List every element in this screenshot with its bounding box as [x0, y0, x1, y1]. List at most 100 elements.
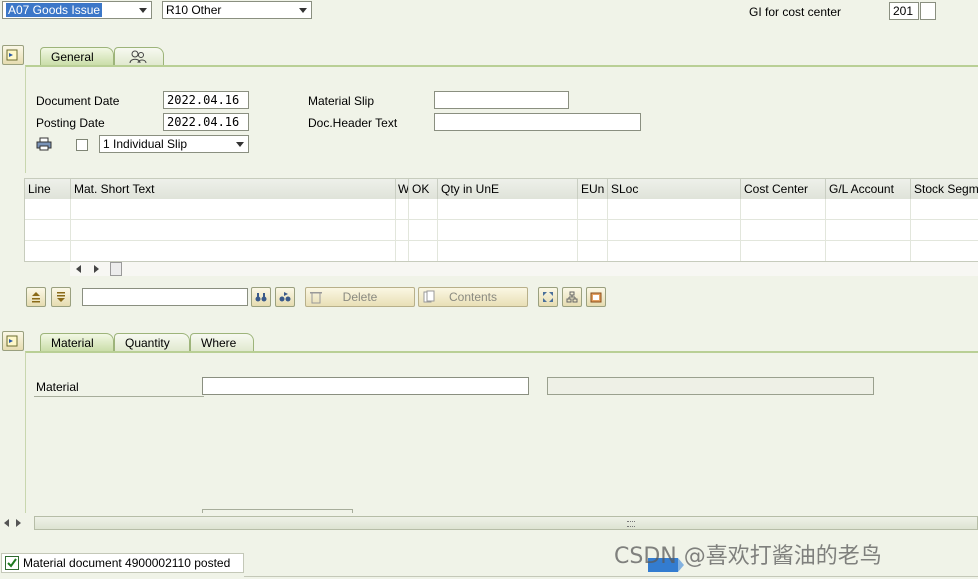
expand-all-button[interactable]	[538, 287, 558, 307]
print-checkbox[interactable]	[76, 139, 88, 151]
collapse-header-icon	[6, 49, 18, 61]
tab-material[interactable]: Material	[40, 333, 114, 352]
find-button[interactable]	[251, 287, 271, 307]
column-divider	[437, 199, 438, 261]
material-slip-label: Material Slip	[308, 94, 375, 108]
column-divider	[408, 199, 409, 261]
binoculars-icon	[255, 293, 267, 302]
scroll-thumb[interactable]	[34, 516, 978, 530]
column-divider	[607, 199, 608, 261]
scroll-left-icon[interactable]	[4, 519, 9, 527]
collapse-detail-icon	[6, 335, 18, 347]
column-divider	[577, 199, 578, 261]
scroll-right-icon[interactable]	[16, 519, 21, 527]
tab-general[interactable]: General	[40, 47, 114, 66]
hierarchy-icon	[566, 291, 578, 303]
action-select-value: A07 Goods Issue	[6, 3, 103, 17]
tab-general-label: General	[51, 50, 94, 64]
detail-toggle-button[interactable]	[2, 331, 24, 351]
tab-partner[interactable]	[114, 47, 164, 66]
general-panel: Document Date 2022.04.16 Posting Date 20…	[25, 65, 978, 173]
success-check-icon	[5, 556, 19, 570]
scroll-thumb[interactable]	[110, 262, 122, 276]
document-date-field[interactable]: 2022.04.16	[163, 91, 249, 109]
column-header-mat-short-text[interactable]: Mat. Short Text	[71, 179, 396, 199]
sort-descending-icon	[57, 292, 65, 302]
contents-button-label: Contents	[448, 290, 498, 304]
doc-header-text-field[interactable]	[434, 113, 641, 131]
material-label: Material	[36, 380, 79, 394]
delete-button-label: Delete	[342, 290, 378, 304]
movement-type-field[interactable]: 201	[889, 2, 919, 20]
column-header-qty[interactable]: Qty in UnE	[438, 179, 578, 199]
gi-for-cost-center-label: GI for cost center	[749, 5, 842, 19]
column-header-eun[interactable]: EUn	[578, 179, 608, 199]
posting-date-label: Posting Date	[36, 116, 105, 130]
tab-quantity[interactable]: Quantity	[114, 333, 190, 352]
column-divider	[70, 199, 71, 261]
page-horizontal-scrollbar[interactable]	[0, 515, 978, 531]
material-description-field	[547, 377, 874, 395]
status-message-box[interactable]: Material document 4900002110 posted	[1, 553, 244, 573]
slip-select-value: 1 Individual Slip	[103, 137, 188, 151]
column-divider	[910, 199, 911, 261]
tab-material-label: Material	[51, 336, 94, 350]
material-label-underline	[34, 396, 204, 397]
status-bar-right-edge	[244, 576, 978, 577]
document-icon	[423, 290, 435, 303]
partial-field-edge	[202, 509, 353, 513]
table-row[interactable]	[25, 241, 978, 261]
document-date-label: Document Date	[36, 94, 120, 108]
material-slip-field[interactable]	[434, 91, 569, 109]
movement-select[interactable]: R10 Other	[162, 1, 312, 19]
header-toggle-button[interactable]	[2, 45, 24, 65]
slip-select[interactable]: 1 Individual Slip	[99, 135, 249, 153]
chevron-down-icon[interactable]	[139, 8, 147, 13]
partner-icon	[129, 50, 147, 64]
sort-ascending-icon	[32, 292, 40, 303]
delete-button[interactable]: Delete	[305, 287, 415, 307]
doc-header-text-label: Doc.Header Text	[308, 116, 398, 130]
items-table: Line Mat. Short Text W OK Qty in UnE EUn…	[24, 178, 978, 262]
column-header-cost-center[interactable]: Cost Center	[741, 179, 826, 199]
column-divider	[740, 199, 741, 261]
column-header-w[interactable]: W	[396, 179, 409, 199]
watermark-text: CSDN @喜欢打酱油的老鸟	[614, 544, 882, 569]
tab-where[interactable]: Where	[190, 333, 254, 352]
status-message-text: Material document 4900002110 posted	[23, 556, 231, 570]
tab-where-label: Where	[201, 336, 237, 350]
detail-panel: Material	[25, 351, 978, 513]
column-header-stock-segm[interactable]: Stock Segm	[911, 179, 978, 199]
find-next-icon	[279, 292, 291, 302]
sort-ascending-button[interactable]	[26, 287, 46, 307]
table-horizontal-scrollbar[interactable]	[70, 262, 978, 276]
column-divider	[395, 199, 396, 261]
column-header-line[interactable]: Line	[25, 179, 71, 199]
posting-date-field[interactable]: 2022.04.16	[163, 113, 249, 131]
trash-icon	[310, 292, 322, 304]
tab-quantity-label: Quantity	[125, 336, 170, 350]
column-header-ok[interactable]: OK	[409, 179, 438, 199]
contents-button[interactable]: Contents	[418, 287, 528, 307]
table-row[interactable]	[25, 220, 978, 241]
sort-descending-button[interactable]	[51, 287, 71, 307]
settings-button[interactable]	[586, 287, 606, 307]
find-next-button[interactable]	[275, 287, 295, 307]
grip-icon	[627, 521, 635, 527]
movement-type-help-button[interactable]	[920, 2, 936, 20]
column-header-gl-account[interactable]: G/L Account	[826, 179, 911, 199]
material-field[interactable]	[202, 377, 529, 395]
movement-select-value: R10 Other	[166, 3, 222, 17]
scroll-right-icon[interactable]	[94, 265, 99, 273]
printer-icon[interactable]	[36, 137, 52, 151]
chevron-down-icon[interactable]	[236, 142, 244, 147]
column-header-sloc[interactable]: SLoc	[608, 179, 741, 199]
tree-button[interactable]	[562, 287, 582, 307]
action-select[interactable]: A07 Goods Issue	[2, 1, 152, 19]
expand-icon	[543, 292, 553, 302]
scroll-left-icon[interactable]	[76, 265, 81, 273]
chevron-down-icon[interactable]	[299, 8, 307, 13]
toolbar-search-field[interactable]	[82, 288, 248, 306]
layout-icon	[590, 292, 602, 303]
table-row[interactable]	[25, 199, 978, 220]
